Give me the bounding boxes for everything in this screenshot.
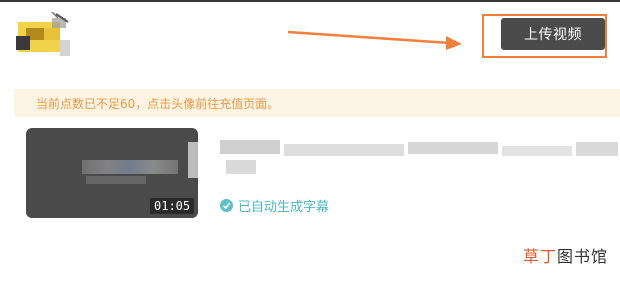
annotation-arrow <box>287 30 462 50</box>
thumbnail-blur <box>82 160 178 174</box>
thumbnail-handle <box>188 142 198 178</box>
watermark-rest: 图书馆 <box>556 247 608 266</box>
avatar[interactable] <box>12 11 74 60</box>
watermark: 草丁图书馆 <box>523 243 608 267</box>
subtitle-status: 已自动生成字幕 <box>220 196 329 215</box>
watermark-accent: 草丁 <box>522 247 557 266</box>
thumbnail-blur-2 <box>86 176 146 184</box>
check-circle-icon <box>220 199 233 212</box>
page: 上传视频 当前点数已不足60，点击头像前往充值页面。 01:05 已自动生成字幕… <box>0 0 620 289</box>
notice-bar: 当前点数已不足60，点击头像前往充值页面。 <box>14 89 620 117</box>
video-title-blurred <box>220 136 620 176</box>
subtitle-status-text: 已自动生成字幕 <box>238 200 330 215</box>
notice-text[interactable]: 当前点数已不足60，点击头像前往充值页面。 <box>36 95 279 112</box>
top-border <box>0 0 620 2</box>
upload-video-button[interactable]: 上传视频 <box>501 18 605 50</box>
video-duration: 01:05 <box>150 198 195 214</box>
avatar-image <box>16 11 70 56</box>
